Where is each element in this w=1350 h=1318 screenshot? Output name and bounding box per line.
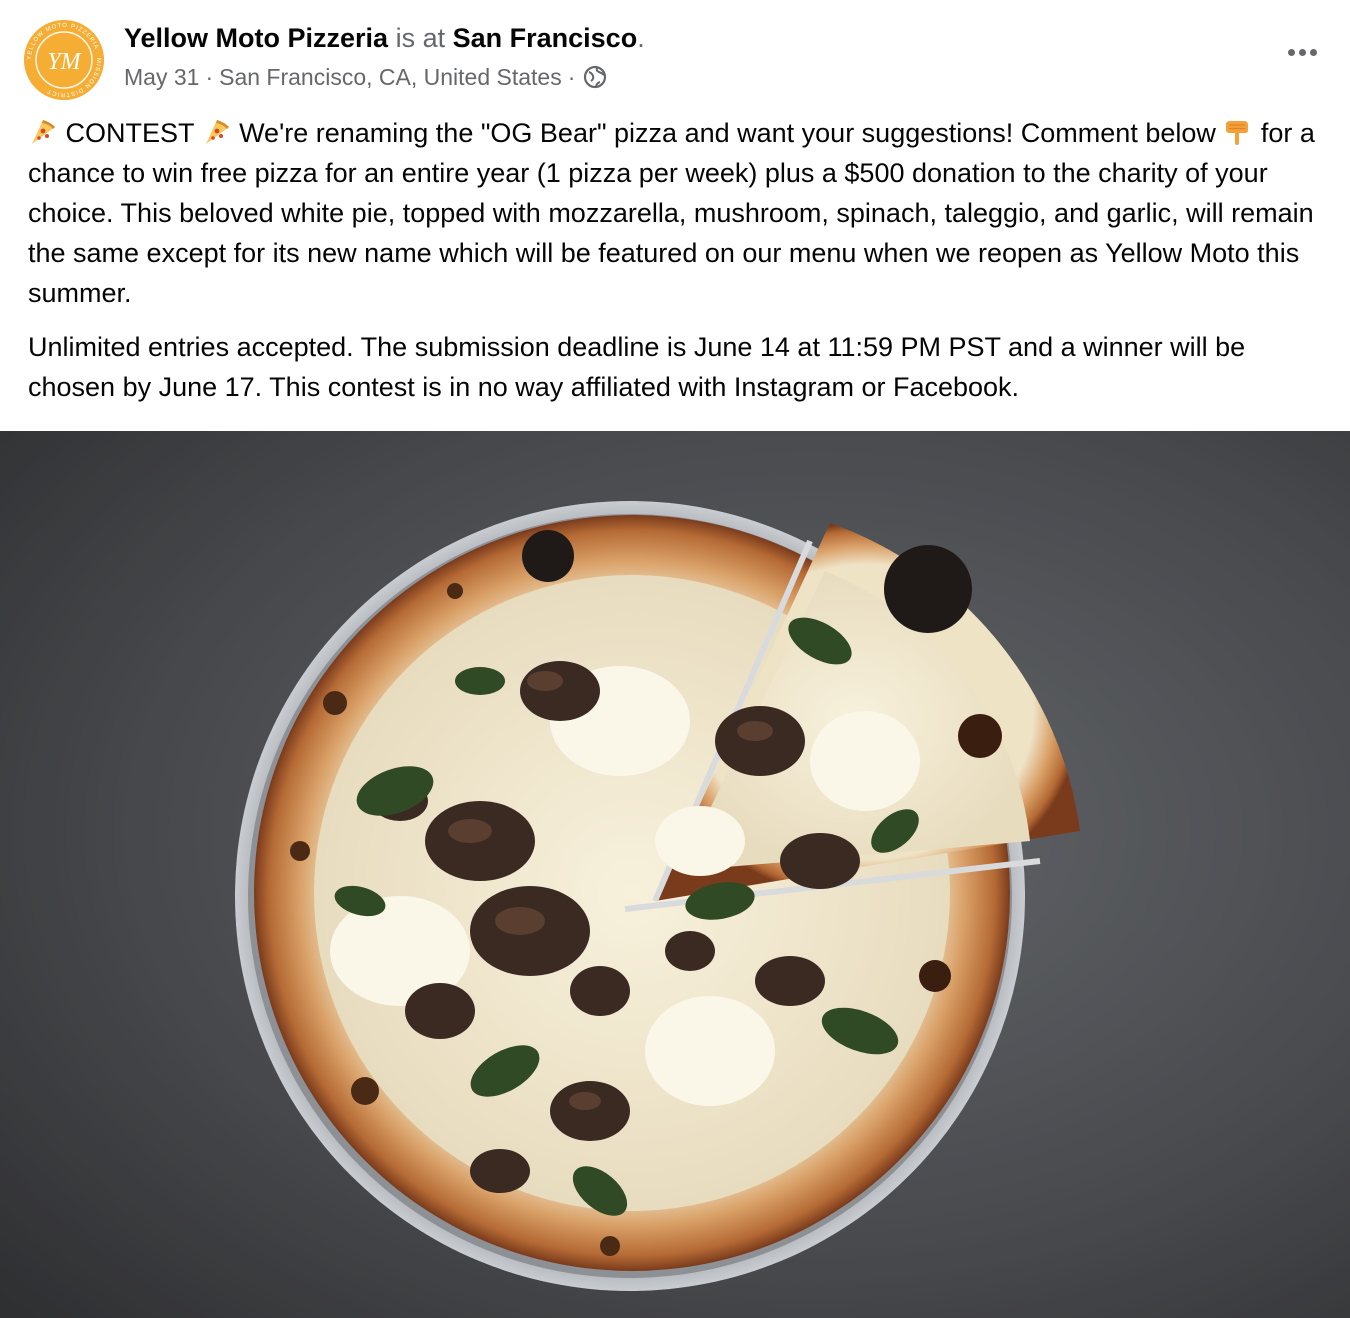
post-message: CONTEST We're renaming the "OG Bear" piz… <box>28 113 1328 407</box>
contest-label: CONTEST <box>65 118 195 148</box>
page-name-link[interactable]: Yellow Moto Pizzeria <box>124 23 388 53</box>
meta-separator: · <box>205 64 214 90</box>
post-place: San Francisco, CA, United States <box>219 64 562 90</box>
pizza-photo[interactable] <box>0 431 1350 1318</box>
post-date-link[interactable]: May 31 <box>124 61 199 93</box>
pizza-slice-emoji <box>202 117 232 145</box>
post-meta: May 31 · San Francisco, CA, United State… <box>124 61 607 93</box>
facebook-post: YELLOW MOTO PIZZERIA · MISSION DISTRICT … <box>0 0 1350 1318</box>
pizza-slice-emoji <box>28 117 58 145</box>
location-link[interactable]: San Francisco <box>453 23 638 53</box>
message-text-a: We're renaming the "OG Bear" pizza and w… <box>239 118 1216 148</box>
globe-icon[interactable] <box>583 65 607 89</box>
pointing-down-emoji <box>1223 117 1253 145</box>
title-period: . <box>637 23 645 53</box>
message-paragraph: Unlimited entries accepted. The submissi… <box>28 332 1246 402</box>
page-avatar[interactable]: YELLOW MOTO PIZZERIA · MISSION DISTRICT … <box>24 20 104 100</box>
yellow-moto-logo: YELLOW MOTO PIZZERIA · MISSION DISTRICT … <box>24 20 104 100</box>
more-options-icon[interactable] <box>1280 34 1324 70</box>
post-title-line: Yellow Moto Pizzeria is at San Francisco… <box>124 20 645 56</box>
meta-separator: · <box>567 64 576 90</box>
is-at-text: is at <box>395 23 446 53</box>
svg-text:YM: YM <box>47 49 82 75</box>
message-paragraph: CONTEST We're renaming the "OG Bear" piz… <box>28 113 1328 313</box>
post-header: YELLOW MOTO PIZZERIA · MISSION DISTRICT … <box>0 0 1350 110</box>
